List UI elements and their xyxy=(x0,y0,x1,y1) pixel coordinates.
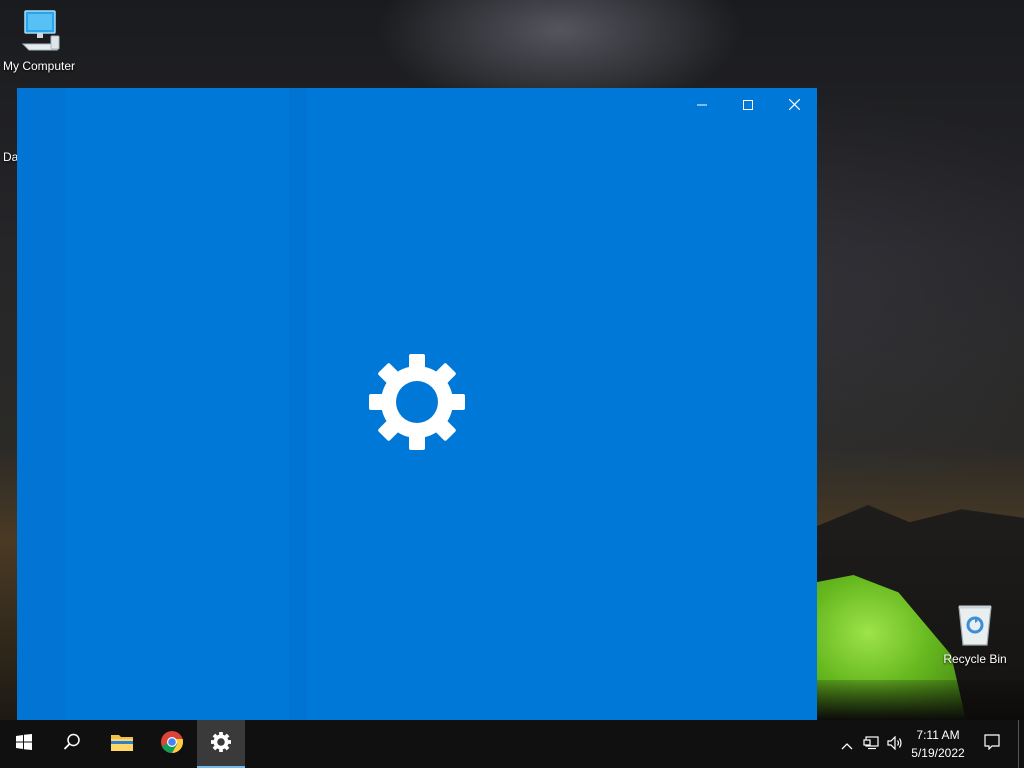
close-icon xyxy=(788,95,800,114)
maximize-icon xyxy=(743,95,753,114)
gear-icon xyxy=(211,732,231,756)
settings-window[interactable] xyxy=(17,88,817,720)
action-center-button[interactable] xyxy=(980,720,1004,768)
file-explorer-button[interactable] xyxy=(98,720,146,768)
close-button[interactable] xyxy=(771,88,817,120)
desktop-icon-label: My Computer xyxy=(2,59,76,73)
search-button[interactable] xyxy=(48,720,96,768)
clock-time: 7:11 AM xyxy=(916,728,960,742)
start-button[interactable] xyxy=(0,720,48,768)
taskbar: 7:11 AM 5/19/2022 xyxy=(0,720,1024,768)
windows-logo-icon xyxy=(16,734,32,754)
desktop-icon-my-computer[interactable]: My Computer xyxy=(0,8,81,73)
network-icon xyxy=(863,735,879,754)
pane-divider xyxy=(289,88,307,720)
clock-date: 5/19/2022 xyxy=(911,746,965,760)
maximize-button[interactable] xyxy=(725,88,771,120)
recycle-bin-icon xyxy=(933,601,1017,650)
window-controls xyxy=(679,88,817,120)
show-desktop-button[interactable] xyxy=(1018,720,1024,768)
chevron-up-icon xyxy=(841,735,853,754)
search-icon xyxy=(63,733,81,755)
volume-button[interactable] xyxy=(884,720,906,768)
gear-icon xyxy=(369,354,465,454)
notification-icon xyxy=(984,734,1000,754)
folder-icon xyxy=(110,732,134,756)
desktop-icon-label: Recycle Bin xyxy=(943,652,1007,666)
minimize-icon xyxy=(697,95,707,114)
clock[interactable]: 7:11 AM 5/19/2022 xyxy=(904,720,972,768)
wallpaper-grass xyxy=(816,680,1024,720)
sidebar-placeholder xyxy=(17,88,65,720)
chrome-button[interactable] xyxy=(148,720,196,768)
volume-icon xyxy=(887,735,903,754)
desktop-icon-recycle-bin[interactable]: Recycle Bin xyxy=(933,601,1017,666)
settings-taskbar-button[interactable] xyxy=(197,720,245,768)
minimize-button[interactable] xyxy=(679,88,725,120)
show-hidden-icons-button[interactable] xyxy=(836,720,858,768)
network-button[interactable] xyxy=(860,720,882,768)
chrome-icon xyxy=(160,730,184,758)
computer-icon xyxy=(0,8,81,57)
